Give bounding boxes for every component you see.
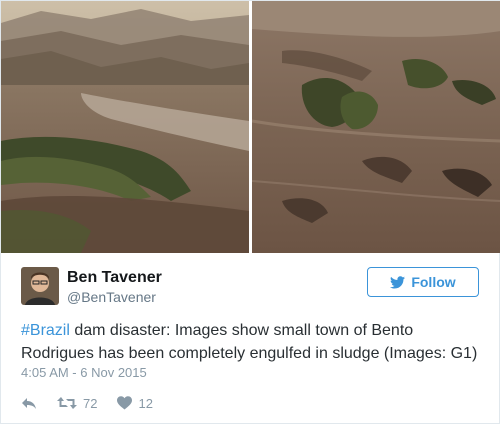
like-button[interactable]: 12	[117, 395, 153, 411]
photo-aerial-valley[interactable]	[1, 1, 249, 253]
hashtag-link[interactable]: #Brazil	[21, 322, 70, 339]
retweet-icon	[57, 397, 77, 409]
display-name[interactable]: Ben Tavener	[67, 269, 162, 287]
tweet-media	[1, 1, 500, 253]
retweet-button[interactable]: 72	[57, 396, 97, 411]
avatar-image	[21, 267, 59, 305]
embedded-tweet: Ben Tavener @BenTavener Follow #Brazil d…	[0, 0, 500, 424]
photo-sludge-closeup[interactable]	[252, 1, 500, 253]
tweet-actions: 72 12	[21, 394, 173, 412]
follow-label: Follow	[411, 274, 456, 290]
avatar[interactable]	[21, 267, 59, 305]
bird-icon	[390, 275, 406, 288]
tweet-timestamp[interactable]: 4:05 AM - 6 Nov 2015	[21, 365, 147, 380]
tweet-text: #Brazil dam disaster: Images show small …	[21, 319, 486, 365]
follow-button[interactable]: Follow	[367, 267, 479, 297]
retweet-count: 72	[83, 395, 98, 411]
like-count: 12	[138, 395, 153, 411]
user-handle[interactable]: @BenTavener	[67, 289, 156, 305]
reply-icon	[22, 398, 36, 409]
heart-icon	[117, 396, 133, 410]
aerial-valley-image	[1, 1, 249, 253]
reply-button[interactable]	[21, 396, 37, 410]
sludge-closeup-image	[252, 1, 500, 253]
tweet-body: dam disaster: Images show small town of …	[21, 322, 478, 362]
